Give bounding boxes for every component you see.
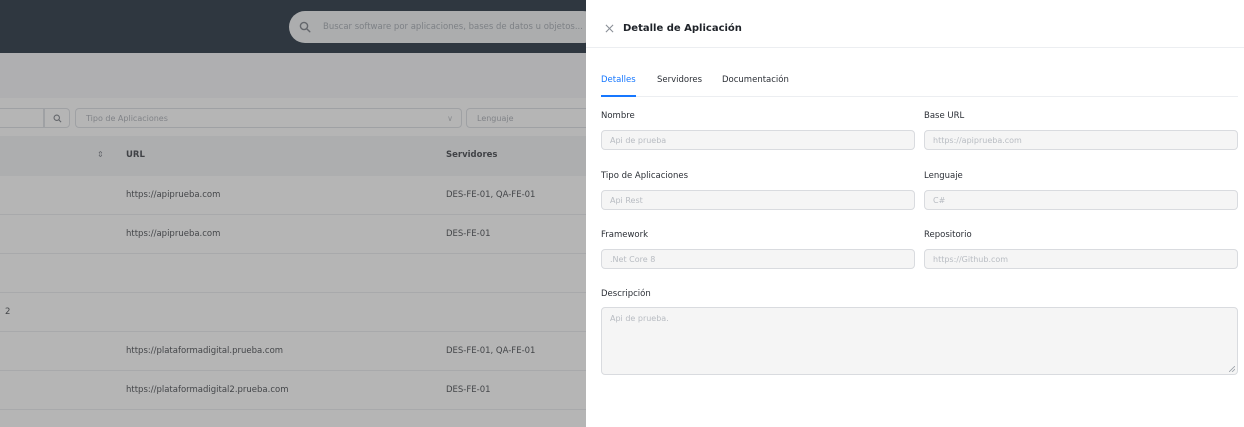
base-url-label: Base URL <box>924 111 965 121</box>
chevron-down-icon: ∨ <box>447 114 453 123</box>
row-url: https://plataformadigital2.prueba.com <box>126 385 289 395</box>
drawer-title: Detalle de Aplicación <box>623 23 742 34</box>
repositorio-field[interactable]: https://Github.com <box>924 249 1238 269</box>
resize-handle-icon[interactable] <box>1229 366 1235 372</box>
nombre-field[interactable]: Api de prueba <box>601 130 915 150</box>
table-row[interactable]: https://apiprueba.com DES-FE-01 <box>0 215 586 254</box>
detail-drawer: Detalle de Aplicación Detalles Servidore… <box>586 0 1244 427</box>
global-search[interactable]: Buscar software por aplicaciones, bases … <box>289 11 586 43</box>
table-header: ⇕ URL Servidores <box>0 136 586 176</box>
lenguaje-select[interactable]: Lenguaje <box>466 108 586 128</box>
framework-field[interactable]: .Net Core 8 <box>601 249 915 269</box>
tipo-label: Tipo de Aplicaciones <box>601 171 689 181</box>
tab-documentacion[interactable]: Documentación <box>722 75 789 97</box>
table-row[interactable]: https://apiprueba.com DES-FE-01, QA-FE-0… <box>0 176 586 215</box>
lenguaje-select-placeholder: Lenguaje <box>477 113 514 123</box>
nombre-label: Nombre <box>601 111 635 121</box>
row-url: https://plataformadigital.prueba.com <box>126 346 284 356</box>
tab-servidores[interactable]: Servidores <box>657 75 702 97</box>
search-placeholder: Buscar software por aplicaciones, bases … <box>323 22 583 32</box>
filter-bar: Tipo de Aplicaciones ∨ Lenguaje <box>0 108 586 130</box>
tipo-aplicaciones-select[interactable]: Tipo de Aplicaciones ∨ <box>75 108 462 128</box>
filter-search-button[interactable] <box>44 108 70 128</box>
row-url: https://apiprueba.com <box>126 190 221 200</box>
table-row[interactable]: 2 <box>0 293 586 332</box>
row-servidores: DES-FE-01, QA-FE-01 <box>446 346 536 356</box>
table-row[interactable] <box>0 254 586 293</box>
tab-detalles[interactable]: Detalles <box>601 75 636 97</box>
background-app: Buscar software por aplicaciones, bases … <box>0 0 586 427</box>
repositorio-label: Repositorio <box>924 230 972 240</box>
row-servidores: DES-FE-01, QA-FE-01 <box>446 190 536 200</box>
search-icon <box>53 114 61 122</box>
lenguaje-field[interactable]: C# <box>924 190 1238 210</box>
tipo-field[interactable]: Api Rest <box>601 190 915 210</box>
base-url-field[interactable]: https://apiprueba.com <box>924 130 1238 150</box>
table-row[interactable]: https://plataformadigital2.prueba.com DE… <box>0 371 586 410</box>
table-row[interactable]: https://plataformadigital.prueba.com DES… <box>0 332 586 371</box>
drawer-tabs: Detalles Servidores Documentación <box>601 75 1238 97</box>
row-servidores: DES-FE-01 <box>446 385 491 395</box>
column-header-url[interactable]: URL <box>126 150 145 160</box>
sort-icon[interactable]: ⇕ <box>97 150 104 159</box>
close-icon[interactable] <box>603 22 615 34</box>
descripcion-textarea[interactable]: Api de prueba. <box>601 307 1238 375</box>
column-header-servidores[interactable]: Servidores <box>446 150 497 160</box>
descripcion-label: Descripción <box>601 289 651 299</box>
lenguaje-label: Lenguaje <box>924 171 963 181</box>
row-servidores: DES-FE-01 <box>446 229 491 239</box>
framework-label: Framework <box>601 230 649 240</box>
page-header-bar <box>0 53 586 98</box>
row-lead: 2 <box>5 307 11 317</box>
drawer-header: Detalle de Aplicación <box>586 0 1244 48</box>
search-icon <box>297 19 313 35</box>
filter-search-input[interactable] <box>0 108 44 128</box>
top-navbar: Buscar software por aplicaciones, bases … <box>0 0 586 53</box>
tipo-select-placeholder: Tipo de Aplicaciones <box>86 113 168 123</box>
descripcion-value: Api de prueba. <box>610 314 669 323</box>
row-url: https://apiprueba.com <box>126 229 221 239</box>
